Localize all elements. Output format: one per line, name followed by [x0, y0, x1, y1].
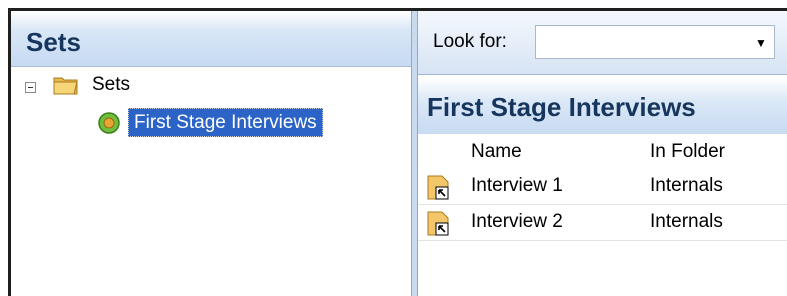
- look-for-combobox[interactable]: ▼: [535, 25, 775, 59]
- table-row[interactable]: Interview 1 Internals: [418, 169, 787, 205]
- sets-pane-header: Sets: [11, 11, 411, 67]
- row-folder: Internals: [650, 211, 723, 232]
- pane-splitter[interactable]: [411, 11, 418, 296]
- set-contents-pane: Look for: ▼ First Stage Interviews Name …: [418, 11, 787, 296]
- find-toolbar: Look for: ▼: [418, 11, 787, 75]
- sets-pane-title: Sets: [26, 27, 81, 57]
- look-for-input[interactable]: [540, 30, 744, 56]
- contents-title: First Stage Interviews: [427, 92, 696, 122]
- set-icon: [98, 112, 120, 134]
- column-header-in-folder[interactable]: In Folder: [650, 141, 725, 163]
- tree-item-first-stage-interviews[interactable]: First Stage Interviews: [128, 108, 323, 137]
- contents-heading-band: First Stage Interviews: [418, 78, 787, 134]
- column-header-name[interactable]: Name: [471, 141, 522, 163]
- sets-navigation-pane: Sets Sets First Stage Interviews: [11, 11, 411, 296]
- document-shortcut-icon: [427, 175, 449, 200]
- row-name: Interview 1: [471, 175, 563, 196]
- document-shortcut-icon: [427, 211, 449, 236]
- folder-icon: [53, 77, 78, 95]
- look-for-label: Look for:: [433, 31, 507, 52]
- sets-tree: Sets First Stage Interviews: [11, 67, 411, 296]
- minus-box-icon[interactable]: [25, 82, 36, 93]
- table-row[interactable]: Interview 2 Internals: [418, 205, 787, 241]
- tree-item-sets[interactable]: Sets: [92, 74, 130, 96]
- dropdown-arrow-icon[interactable]: ▼: [750, 34, 772, 52]
- row-folder: Internals: [650, 175, 723, 196]
- row-name: Interview 2: [471, 211, 563, 232]
